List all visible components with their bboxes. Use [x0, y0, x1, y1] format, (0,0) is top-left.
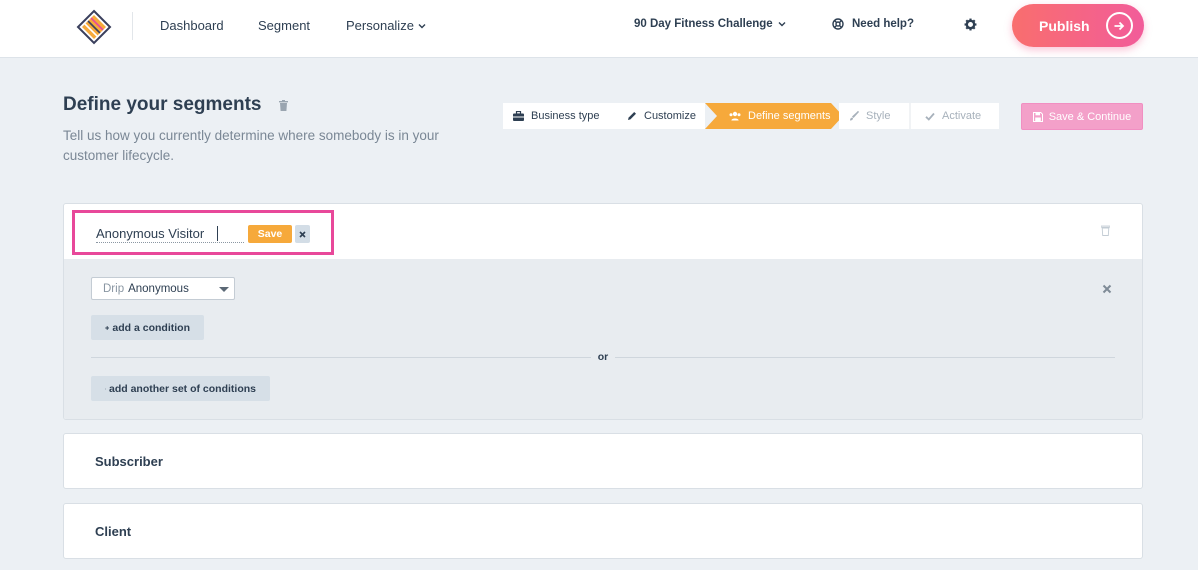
chevron-down-icon [778, 22, 786, 27]
arrow-right-circle-icon [1105, 12, 1133, 39]
close-icon [299, 230, 306, 238]
nav-dashboard-label: Dashboard [160, 18, 224, 33]
nav-segment[interactable]: Segment [258, 18, 310, 33]
condition-select[interactable]: Drip Anonymous [91, 277, 235, 300]
nav-personalize-label: Personalize [346, 18, 414, 33]
chevron-down-icon [418, 23, 426, 28]
segment-name-input[interactable] [96, 225, 244, 243]
segment-card-subscriber[interactable]: Subscriber [63, 433, 1143, 489]
step-activate[interactable]: Activate [909, 103, 999, 129]
trash-icon[interactable] [1101, 225, 1110, 236]
brush-icon [850, 111, 859, 121]
save-segment-name-button[interactable]: Save [248, 225, 292, 243]
publish-button[interactable]: Publish [1012, 4, 1144, 47]
add-condition-button[interactable]: add a condition [91, 315, 204, 340]
nav-personalize-dropdown[interactable]: Personalize [346, 18, 426, 33]
nav-divider [132, 12, 133, 40]
check-icon [925, 112, 935, 121]
floppy-icon [1032, 111, 1043, 122]
segment-card-anonymous-visitor: Save Drip Anonymous add a condition or a… [63, 203, 1143, 420]
conditions-panel: Drip Anonymous add a condition or add an… [64, 259, 1142, 419]
segment-name-editor: Save [72, 210, 334, 255]
segment-card-client[interactable]: Client [63, 503, 1143, 559]
or-label: or [591, 351, 615, 363]
text-caret [217, 226, 218, 241]
add-condition-set-label: add another set of conditions [108, 382, 256, 395]
page-title: Define your segments [63, 94, 262, 115]
gear-icon[interactable] [964, 18, 977, 31]
step-customize[interactable]: Customize [611, 103, 705, 129]
step-label: Customize [644, 110, 696, 122]
add-condition-label: add a condition [112, 321, 190, 334]
page-subtitle: Tell us how you currently determine wher… [63, 128, 439, 163]
step-business-type[interactable]: Business type [503, 103, 611, 129]
cancel-edit-button[interactable] [295, 225, 310, 243]
step-label: Activate [942, 110, 982, 122]
trash-icon[interactable] [279, 100, 288, 111]
plus-icon [105, 325, 110, 330]
plus-icon [105, 388, 106, 389]
save-continue-label: Save & Continue [1048, 110, 1132, 123]
condition-value: Anonymous [128, 282, 189, 295]
lifebuoy-icon [832, 18, 844, 30]
help-label: Need help? [852, 18, 914, 30]
add-condition-set-button[interactable]: add another set of conditions [91, 376, 270, 401]
condition-source: Drip [103, 282, 125, 295]
logo-icon[interactable] [76, 9, 112, 45]
caret-down-icon [219, 287, 229, 292]
save-continue-button[interactable]: Save & Continue [1021, 103, 1143, 130]
top-navbar: Dashboard Segment Personalize 90 Day Fit… [0, 0, 1198, 58]
step-define-segments[interactable]: Define segments [705, 103, 843, 129]
project-selector[interactable]: 90 Day Fitness Challenge [634, 18, 786, 30]
wizard-stepper: Business type Customize Define segments … [503, 103, 999, 129]
close-icon[interactable] [1102, 284, 1112, 294]
step-label: Business type [531, 110, 600, 122]
help-link[interactable]: Need help? [832, 18, 914, 30]
step-style[interactable]: Style [839, 103, 909, 129]
segment-name: Subscriber [95, 454, 163, 469]
step-label: Define segments [748, 110, 831, 122]
nav-dashboard[interactable]: Dashboard [160, 18, 224, 33]
users-icon [729, 111, 741, 121]
segment-name: Client [95, 524, 132, 539]
pencil-icon [628, 112, 636, 120]
nav-segment-label: Segment [258, 18, 311, 33]
publish-label: Publish [1039, 17, 1090, 34]
step-label: Style [866, 110, 891, 122]
project-name: 90 Day Fitness Challenge [634, 18, 773, 30]
briefcase-icon [513, 111, 524, 121]
